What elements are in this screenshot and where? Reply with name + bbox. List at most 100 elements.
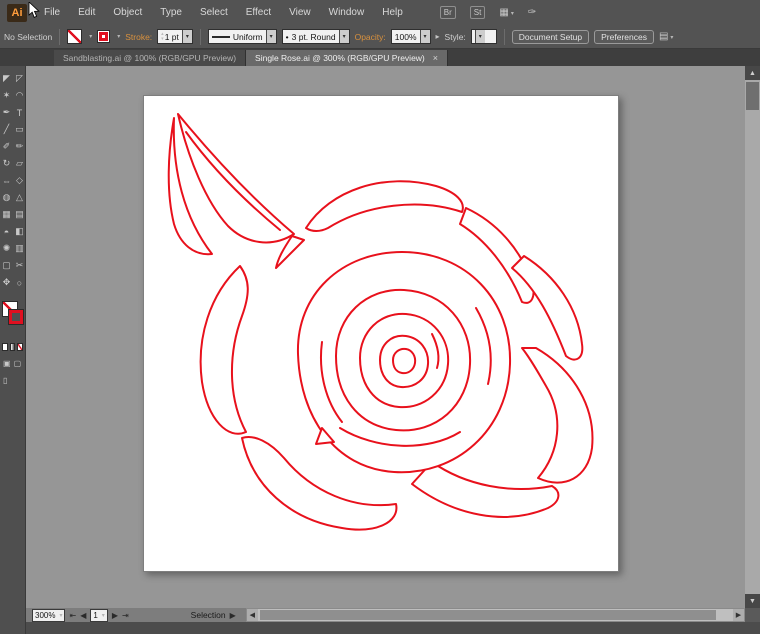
perspective-grid-tool[interactable]: △: [13, 189, 26, 206]
stock-icon[interactable]: St: [470, 6, 486, 19]
color-button[interactable]: [2, 343, 8, 351]
rose-petal-path[interactable]: [512, 256, 582, 360]
artboard[interactable]: [143, 95, 619, 572]
status-menu-icon[interactable]: ▶: [230, 611, 236, 620]
color-mode-buttons: [0, 337, 25, 351]
menu-select[interactable]: Select: [191, 0, 237, 25]
pen-tool[interactable]: ✒: [0, 104, 13, 121]
fill-dropdown-arrow-icon[interactable]: ▾: [89, 33, 92, 40]
artboard-dropdown-arrow[interactable]: ▾: [102, 612, 105, 619]
app-logo-icon[interactable]: Ai: [7, 4, 27, 22]
zoom-tool[interactable]: ○: [13, 274, 26, 291]
preferences-button[interactable]: Preferences: [594, 30, 654, 44]
mesh-tool[interactable]: ▦: [0, 206, 13, 223]
scale-tool[interactable]: ▱: [13, 155, 26, 172]
feather-icon[interactable]: ✑: [528, 7, 536, 18]
artboard-tool[interactable]: ▢: [0, 257, 13, 274]
opacity-label[interactable]: Opacity:: [355, 32, 386, 42]
free-transform-tool[interactable]: ◇: [13, 172, 26, 189]
gradient-button[interactable]: [10, 343, 16, 351]
bridge-icon[interactable]: Br: [440, 6, 456, 19]
first-artboard-icon[interactable]: ⇤: [69, 611, 76, 620]
screen-mode-icon[interactable]: ▯: [3, 376, 7, 385]
zoom-level-field[interactable]: 300% ▾: [32, 609, 65, 622]
tab-single-rose[interactable]: Single Rose.ai @ 300% (RGB/GPU Preview) …: [246, 50, 448, 66]
menu-type[interactable]: Type: [151, 0, 191, 25]
scroll-left-icon[interactable]: ◀: [247, 609, 258, 621]
horizontal-scroll-track[interactable]: [258, 609, 733, 621]
artboard-number-field[interactable]: 1 ▾: [90, 609, 107, 622]
line-segment-tool[interactable]: ╱: [0, 121, 13, 138]
stroke-weight-dropdown[interactable]: ▾: [182, 30, 192, 43]
draw-behind-icon[interactable]: ▢: [14, 359, 22, 368]
vertical-scrollbar[interactable]: ▲ ▼: [745, 66, 760, 608]
rose-petal-path[interactable]: [306, 181, 463, 231]
stroke-weight-field[interactable]: ▴ ▾ 1 pt ▾: [157, 29, 193, 44]
menu-effect[interactable]: Effect: [237, 0, 280, 25]
spin-down-icon[interactable]: ▾: [161, 37, 164, 42]
slice-tool[interactable]: ✂: [13, 257, 26, 274]
stroke-weight-stepper[interactable]: ▴ ▾: [161, 32, 164, 42]
column-graph-tool[interactable]: ▥: [13, 240, 26, 257]
pencil-tool[interactable]: ✏: [13, 138, 26, 155]
menu-help[interactable]: Help: [373, 0, 412, 25]
stroke-swatch[interactable]: [97, 30, 110, 43]
previous-artboard-icon[interactable]: ◀: [80, 611, 86, 620]
lasso-tool[interactable]: ◠: [13, 87, 26, 104]
rose-outline-artwork[interactable]: [144, 96, 618, 571]
scroll-right-icon[interactable]: ▶: [733, 609, 744, 621]
document-setup-button[interactable]: Document Setup: [512, 30, 589, 44]
opacity-panel-chevron-icon[interactable]: ▸: [436, 32, 440, 41]
rose-petal-path[interactable]: [201, 266, 248, 434]
fill-swatch-none[interactable]: [67, 29, 82, 44]
opacity-dropdown[interactable]: ▾: [420, 30, 430, 43]
rose-petal-path[interactable]: [412, 462, 558, 517]
menu-edit[interactable]: Edit: [69, 0, 104, 25]
horizontal-scroll-thumb[interactable]: [260, 610, 716, 620]
stroke-dropdown-arrow-icon[interactable]: ▾: [117, 33, 120, 40]
last-artboard-icon[interactable]: ⇥: [122, 611, 129, 620]
selection-tool[interactable]: ◤: [0, 70, 13, 87]
width-profile-dropdown[interactable]: Uniform ▾: [208, 29, 277, 44]
width-profile-arrow[interactable]: ▾: [266, 30, 276, 43]
direct-selection-tool[interactable]: ◸: [13, 70, 26, 87]
rectangle-tool[interactable]: ▭: [13, 121, 26, 138]
stroke-color-red-swatch[interactable]: [9, 310, 23, 324]
width-tool[interactable]: ⇔: [0, 172, 13, 189]
rotate-tool[interactable]: ↻: [0, 155, 13, 172]
vertical-scroll-thumb[interactable]: [746, 82, 759, 110]
gradient-tool[interactable]: ▤: [13, 206, 26, 223]
scroll-down-icon[interactable]: ▼: [745, 594, 760, 608]
tab-close-icon[interactable]: ×: [433, 53, 438, 63]
style-dropdown[interactable]: ▾: [471, 29, 497, 44]
eyedropper-tool[interactable]: ◓: [0, 223, 13, 240]
brush-definition-dropdown[interactable]: • 3 pt. Round ▾: [282, 29, 350, 44]
menu-view[interactable]: View: [280, 0, 320, 25]
brush-definition-arrow[interactable]: ▾: [339, 30, 349, 43]
style-dropdown-arrow[interactable]: ▾: [475, 30, 485, 43]
magic-wand-tool[interactable]: ✶: [0, 87, 13, 104]
horizontal-scrollbar[interactable]: ◀ ▶: [246, 608, 745, 622]
symbol-sprayer-tool[interactable]: ✺: [0, 240, 13, 257]
scroll-up-icon[interactable]: ▲: [745, 66, 760, 80]
rose-petal-path[interactable]: [522, 348, 592, 483]
rose-center-path[interactable]: [393, 349, 415, 373]
next-artboard-icon[interactable]: ▶: [112, 611, 118, 620]
menu-object[interactable]: Object: [104, 0, 151, 25]
pasteboard[interactable]: [26, 66, 745, 608]
paintbrush-tool[interactable]: ✐: [0, 138, 13, 155]
blend-tool[interactable]: ◧: [13, 223, 26, 240]
draw-normal-icon[interactable]: ▣: [3, 359, 11, 368]
menu-window[interactable]: Window: [320, 0, 374, 25]
none-button[interactable]: [17, 343, 23, 351]
tab-sandblasting[interactable]: Sandblasting.ai @ 100% (RGB/GPU Preview): [54, 50, 246, 66]
zoom-dropdown-arrow[interactable]: ▾: [59, 612, 62, 619]
shape-builder-tool[interactable]: ◍: [0, 189, 13, 206]
hand-tool[interactable]: ✥: [0, 274, 13, 291]
type-tool[interactable]: T: [13, 104, 26, 121]
rose-leaf-path[interactable]: [178, 114, 294, 242]
opacity-field[interactable]: 100% ▾: [391, 29, 431, 44]
panel-options-icon[interactable]: ▤▾: [659, 31, 673, 42]
arrange-documents-icon[interactable]: ▦▾: [499, 7, 513, 18]
stroke-label[interactable]: Stroke:: [125, 32, 152, 42]
